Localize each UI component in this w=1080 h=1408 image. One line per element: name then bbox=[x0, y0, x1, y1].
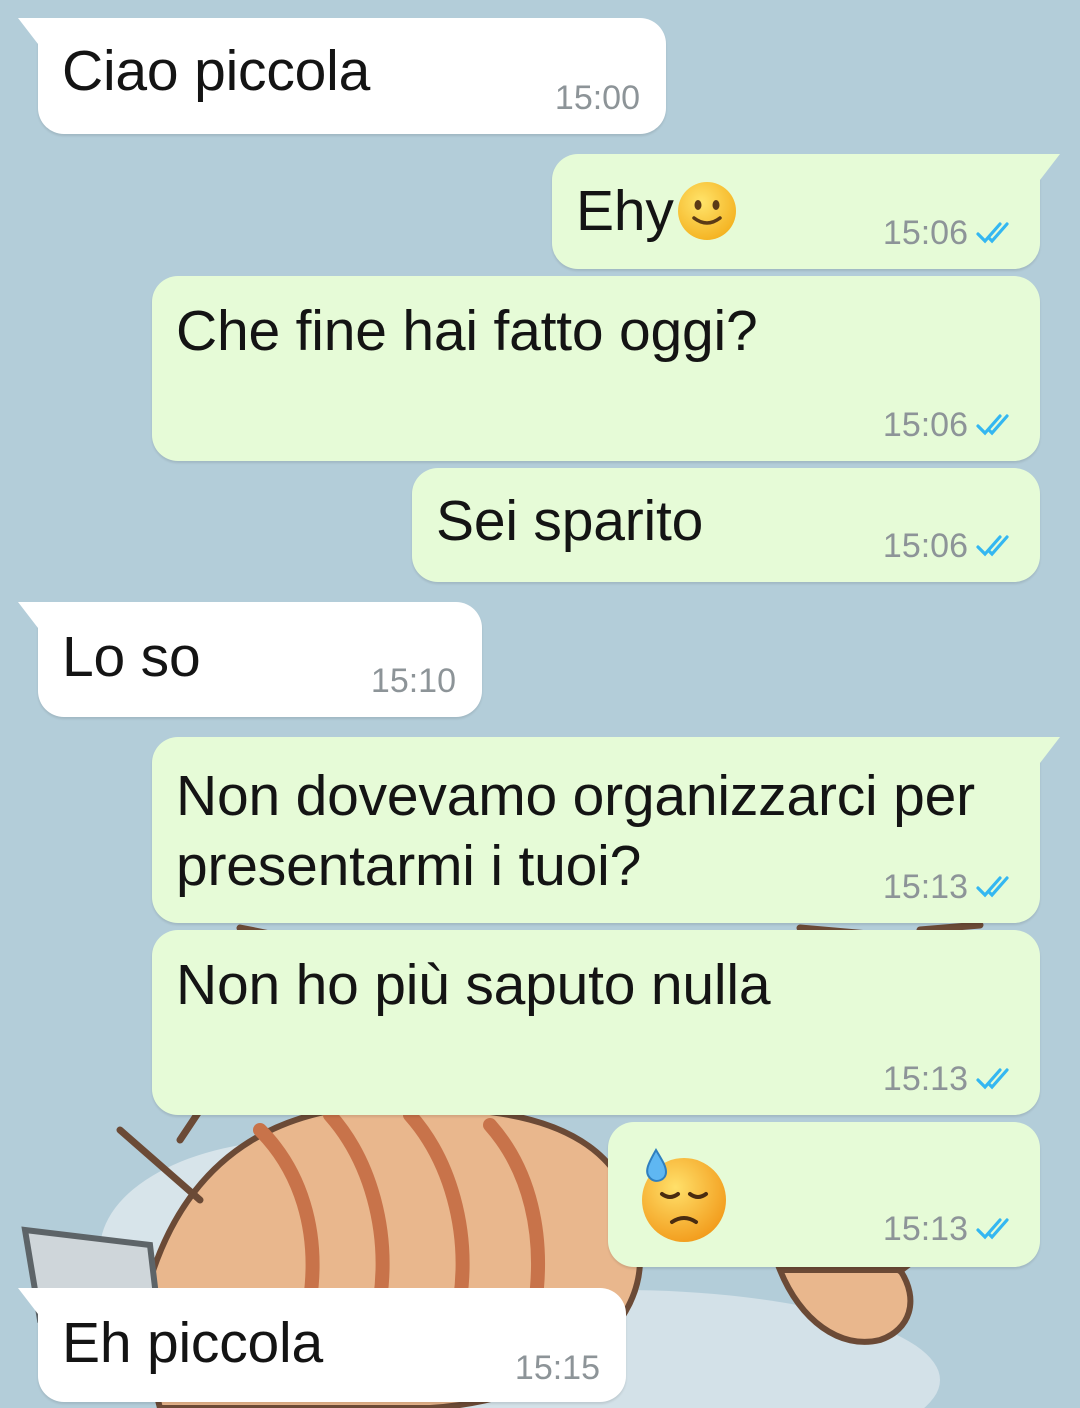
message-text: Non ho più saputo nulla bbox=[176, 953, 771, 1017]
message-bubble-outgoing[interactable]: Non dovevamo organizzarci per presentarm… bbox=[152, 737, 1060, 923]
message-time: 15:00 bbox=[554, 79, 640, 117]
double-check-read-icon bbox=[976, 414, 1009, 436]
message-time: 15:13 bbox=[882, 1060, 968, 1098]
message-meta: 15:15 bbox=[515, 1348, 600, 1388]
downcast-face-with-sweat-icon bbox=[642, 1148, 726, 1242]
message-time: 15:10 bbox=[370, 662, 456, 700]
message-time: 15:13 bbox=[882, 868, 968, 906]
message-text: Ciao piccola bbox=[62, 39, 371, 103]
message-meta: 15:13 bbox=[883, 867, 1018, 907]
message-text-line: Non dovevamo organizzarci per bbox=[176, 764, 975, 828]
message-meta: 15:10 bbox=[371, 661, 456, 701]
double-check-read-icon bbox=[976, 876, 1009, 898]
message-text: Sei sparito bbox=[436, 489, 704, 553]
message-time: 15:06 bbox=[882, 214, 968, 252]
message-text: Lo so bbox=[62, 625, 201, 689]
double-check-read-icon bbox=[976, 222, 1009, 244]
message-text-line: presentarmi i tuoi? bbox=[176, 834, 642, 898]
message-time: 15:06 bbox=[882, 527, 968, 565]
message-bubble-outgoing[interactable]: Ehy 15:06 bbox=[552, 154, 1060, 269]
message-meta: 15:06 bbox=[883, 213, 1018, 253]
message-text-content: Ehy bbox=[576, 179, 674, 243]
message-meta: 15:13 bbox=[883, 1209, 1018, 1249]
message-time: 15:15 bbox=[514, 1349, 600, 1387]
message-bubble-outgoing[interactable]: Non ho più saputo nulla 15:13 bbox=[152, 930, 1040, 1115]
message-meta: 15:13 bbox=[883, 1059, 1018, 1099]
message-bubble-incoming[interactable]: Lo so 15:10 bbox=[18, 602, 482, 717]
message-bubble-outgoing[interactable]: 15:13 bbox=[608, 1122, 1040, 1267]
double-check-read-icon bbox=[976, 1068, 1009, 1090]
slightly-smiling-face-icon bbox=[677, 181, 736, 240]
message-time: 15:13 bbox=[882, 1210, 968, 1248]
message-text: Eh piccola bbox=[62, 1311, 323, 1375]
message-bubble-incoming[interactable]: Eh piccola 15:15 bbox=[18, 1288, 626, 1402]
double-check-read-icon bbox=[976, 535, 1009, 557]
message-bubble-outgoing[interactable]: Sei sparito 15:06 bbox=[412, 468, 1040, 582]
message-meta: 15:06 bbox=[883, 526, 1018, 566]
message-text: Che fine hai fatto oggi? bbox=[176, 299, 758, 363]
message-time: 15:06 bbox=[882, 406, 968, 444]
message-meta: 15:06 bbox=[883, 405, 1018, 445]
message-text: Non dovevamo organizzarci per presentarm… bbox=[176, 761, 975, 901]
message-text: Ehy bbox=[576, 176, 738, 246]
double-check-read-icon bbox=[976, 1218, 1009, 1240]
message-bubble-outgoing[interactable]: Che fine hai fatto oggi? 15:06 bbox=[152, 276, 1040, 461]
message-meta: 15:00 bbox=[555, 78, 640, 118]
message-bubble-incoming[interactable]: Ciao piccola 15:00 bbox=[18, 18, 666, 134]
